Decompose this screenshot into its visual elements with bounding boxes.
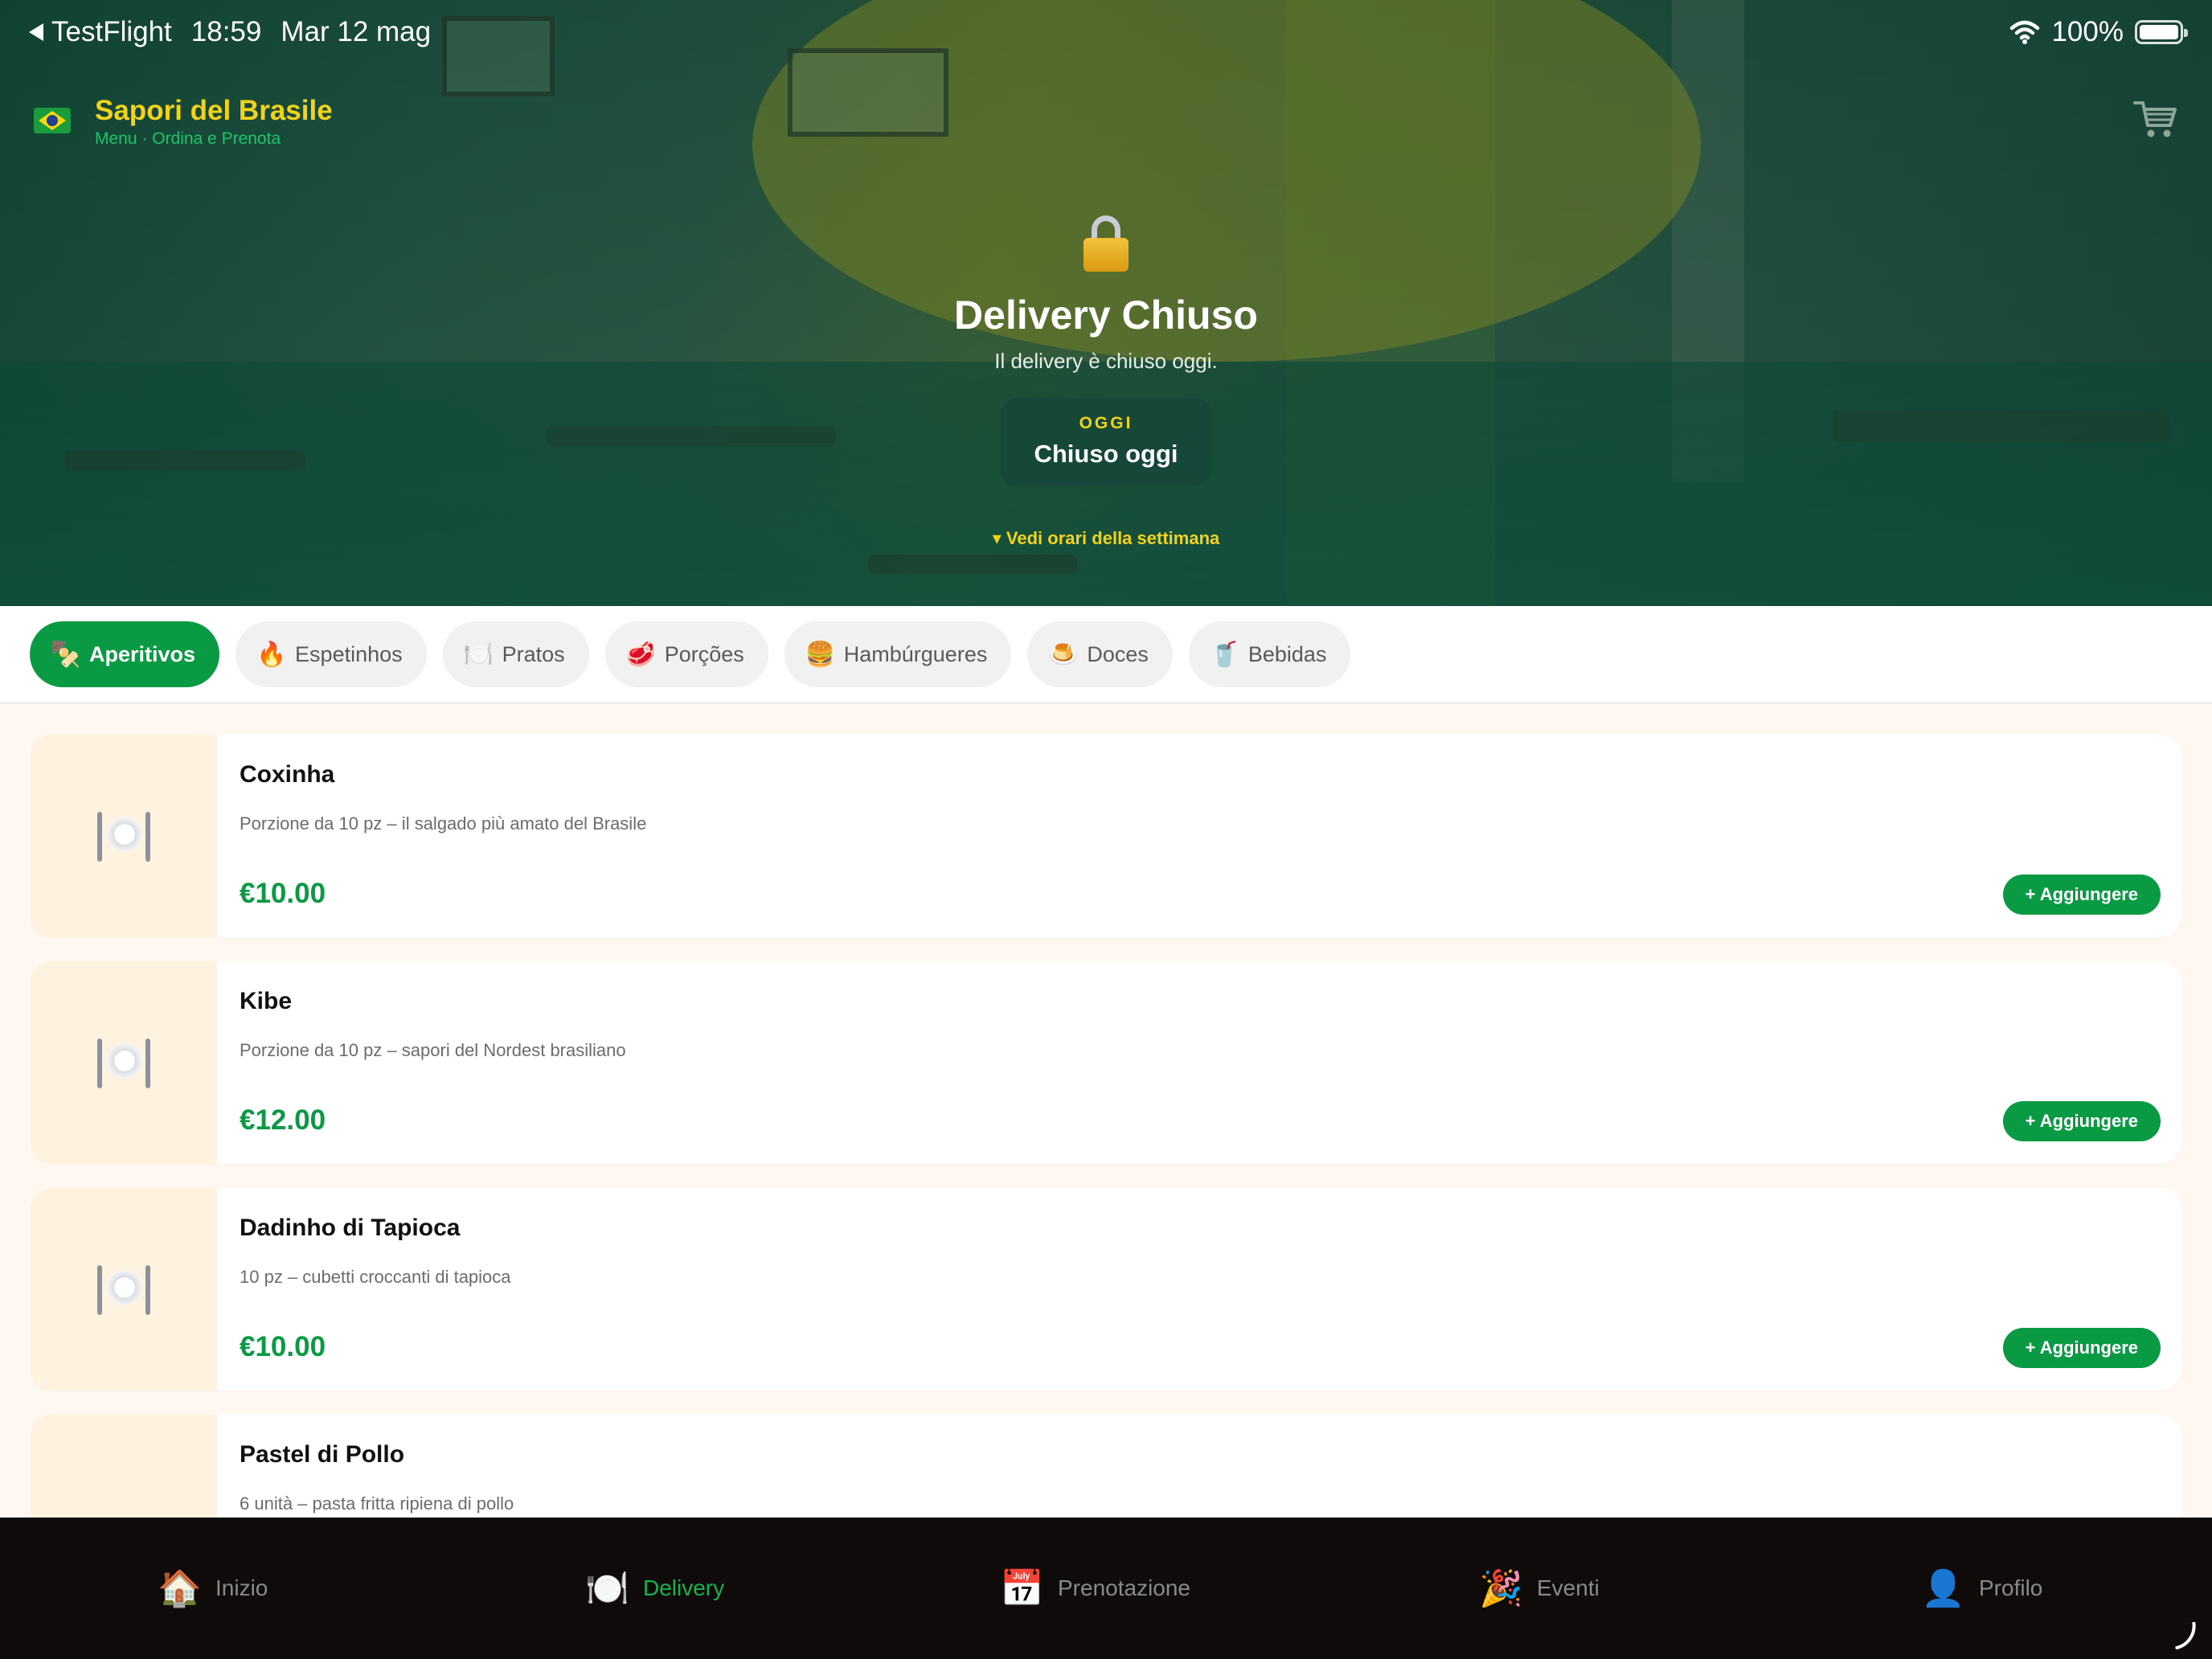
category-label: Pratos (502, 641, 565, 666)
tab-label: Eventi (1537, 1575, 1600, 1600)
meat-icon: 🥩 (625, 641, 657, 668)
menu-item-price: €12.00 (240, 1104, 326, 1136)
weekly-hours-toggle[interactable]: ▾ Vedi orari della settimana (0, 528, 2212, 549)
back-arrow-icon[interactable] (29, 23, 43, 41)
status-bar: TestFlight 18:59 Mar 12 mag 100% (0, 11, 2212, 59)
menu-item-card[interactable]: Pastel di Pollo 6 unità – pasta fritta r… (31, 1415, 2181, 1518)
delivery-closed-title: Delivery Chiuso (954, 293, 1258, 338)
menu-item-thumbnail (31, 735, 217, 937)
tab-delivery[interactable]: 🍽️ Delivery (585, 1518, 724, 1659)
status-time: 18:59 (190, 16, 262, 47)
today-hours-card: OGGI Chiuso oggi (1001, 398, 1211, 486)
pencil-hover-indicator (2171, 1621, 2200, 1650)
user-icon: 👤 (1921, 1569, 1965, 1608)
tab-eventi[interactable]: 🎉 Eventi (1479, 1518, 1600, 1659)
party-popper-icon: 🎉 (1479, 1569, 1523, 1608)
today-status: Chiuso oggi (1034, 440, 1178, 468)
calendar-icon: 📅 (1000, 1569, 1044, 1608)
hero-background-frame (788, 48, 948, 137)
battery-percent: 100% (2051, 16, 2124, 47)
category-chip-bebidas[interactable]: 🥤 Bebidas (1188, 621, 1351, 687)
skewer-icon: 🍢 (51, 641, 81, 668)
add-to-cart-button[interactable]: + Aggiungere (2002, 875, 2161, 915)
category-label: Porções (664, 641, 744, 666)
tab-label: Delivery (643, 1575, 725, 1600)
menu-item-price: €10.00 (240, 878, 326, 909)
menu-item-name: Pastel di Pollo (240, 1441, 405, 1468)
back-app-label[interactable]: TestFlight (51, 16, 172, 48)
menu-item-thumbnail (31, 1188, 217, 1391)
delivery-closed-message: Il delivery è chiuso oggi. (994, 349, 1218, 373)
category-chip-aperitivos[interactable]: 🍢 Aperitivos (30, 621, 220, 687)
tab-label: Prenotazione (1058, 1575, 1191, 1600)
menu-item-card[interactable]: Kibe Porzione da 10 pz – sapori del Nord… (31, 961, 2181, 1164)
menu-item-description: 6 unità – pasta fritta ripiena di pollo (240, 1493, 514, 1514)
plate-icon: 🍽️ (585, 1569, 629, 1608)
category-chip-hamburgueres[interactable]: 🍔 Hambúrgueres (784, 621, 1012, 687)
add-to-cart-button[interactable]: + Aggiungere (2002, 1328, 2161, 1368)
brazil-flag-icon (34, 108, 71, 133)
cart-icon[interactable] (2133, 98, 2178, 141)
menu-item-card[interactable]: Coxinha Porzione da 10 pz – il salgado p… (31, 735, 2181, 937)
hero-background-table (868, 555, 1077, 574)
delivery-closed-panel: Delivery Chiuso Il delivery è chiuso ogg… (0, 215, 2212, 549)
drink-cup-icon: 🥤 (1209, 641, 1240, 668)
menu-item-name: Coxinha (240, 761, 335, 788)
brand-header: Sapori del Brasile Menu · Ordina e Preno… (34, 95, 333, 151)
home-icon: 🏠 (158, 1569, 202, 1608)
tab-prenotazione[interactable]: 📅 Prenotazione (1000, 1518, 1190, 1659)
category-chip-espetinhos[interactable]: 🔥 Espetinhos (236, 621, 427, 687)
menu-item-thumbnail (31, 1415, 217, 1518)
category-label: Hambúrgueres (843, 641, 988, 666)
plate-cutlery-icon (97, 1265, 150, 1315)
wifi-icon (2010, 20, 2040, 44)
category-label: Bebidas (1247, 641, 1327, 666)
pudding-icon: 🍮 (1048, 641, 1079, 668)
category-label: Doces (1087, 641, 1149, 666)
menu-item-price: €10.00 (240, 1331, 326, 1362)
tab-label: Profilo (1979, 1575, 2043, 1600)
brand-subtitle: Menu · Ordina e Prenota (95, 129, 281, 148)
category-chip-porcoes[interactable]: 🥩 Porções (604, 621, 768, 687)
burger-icon: 🍔 (805, 641, 836, 668)
tab-inizio[interactable]: 🏠 Inizio (158, 1518, 268, 1659)
menu-item-name: Dadinho di Tapioca (240, 1215, 461, 1241)
bottom-tab-bar: 🏠 Inizio 🍽️ Delivery 📅 Prenotazione 🎉 Ev… (0, 1518, 2212, 1659)
battery-icon (2135, 20, 2188, 44)
category-label: Aperitivos (89, 641, 196, 666)
lock-icon (1083, 215, 1129, 272)
menu-item-description: Porzione da 10 pz – sapori del Nordest b… (240, 1040, 626, 1060)
category-chip-doces[interactable]: 🍮 Doces (1027, 621, 1173, 687)
hero-header: TestFlight 18:59 Mar 12 mag 100% Sapori … (0, 0, 2212, 606)
menu-item-description: 10 pz – cubetti croccanti di tapioca (240, 1267, 511, 1287)
status-date: Mar 12 mag (281, 16, 432, 47)
plate-cutlery-icon (97, 812, 150, 862)
menu-item-thumbnail (31, 961, 217, 1164)
add-to-cart-button[interactable]: + Aggiungere (2002, 1101, 2161, 1141)
category-chips: 🍢 Aperitivos 🔥 Espetinhos 🍽️ Pratos 🥩 Po… (30, 621, 1351, 687)
category-chip-pratos[interactable]: 🍽️ Pratos (442, 621, 589, 687)
category-bar: 🍢 Aperitivos 🔥 Espetinhos 🍽️ Pratos 🥩 Po… (0, 606, 2212, 704)
category-label: Espetinhos (295, 641, 403, 666)
brand-title: Sapori del Brasile (95, 95, 333, 126)
tab-profilo[interactable]: 👤 Profilo (1921, 1518, 2042, 1659)
menu-item-description: Porzione da 10 pz – il salgado più amato… (240, 813, 647, 834)
plate-icon: 🍽️ (463, 641, 494, 668)
plate-cutlery-icon (97, 1038, 150, 1088)
tab-label: Inizio (215, 1575, 268, 1600)
fire-icon: 🔥 (256, 641, 287, 668)
menu-item-list[interactable]: Coxinha Porzione da 10 pz – il salgado p… (31, 735, 2181, 1518)
today-label: OGGI (1079, 414, 1133, 432)
menu-item-name: Kibe (240, 988, 293, 1014)
menu-item-card[interactable]: Dadinho di Tapioca 10 pz – cubetti crocc… (31, 1188, 2181, 1391)
